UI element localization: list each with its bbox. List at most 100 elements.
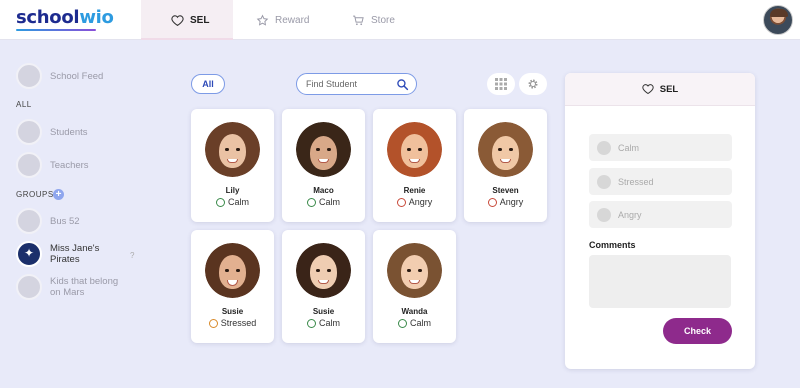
student-card[interactable]: Wanda Calm xyxy=(373,230,456,343)
group-avatar xyxy=(16,208,42,234)
grid-view-button[interactable] xyxy=(487,73,515,95)
add-group-icon[interactable]: + xyxy=(53,189,64,200)
student-mood: Calm xyxy=(282,318,365,328)
student-mood: Angry xyxy=(464,197,547,207)
student-card[interactable]: Renie Angry xyxy=(373,109,456,222)
search-input[interactable] xyxy=(306,79,396,89)
sidebar-item-label: Students xyxy=(50,126,88,138)
top-bar: schoolwio SEL Reward Store xyxy=(0,0,800,40)
angry-face-icon xyxy=(487,197,497,207)
star-icon xyxy=(256,14,269,26)
mood-option-label: Calm xyxy=(618,142,640,153)
heart-icon xyxy=(642,84,654,95)
filter-all-button[interactable]: All xyxy=(191,74,225,94)
tab-label: Reward xyxy=(275,14,310,26)
mood-label: Calm xyxy=(227,197,249,207)
students-avatar xyxy=(16,119,42,145)
student-photo xyxy=(205,122,260,177)
sidebar-item-group-active[interactable]: Miss Jane's Pirates xyxy=(16,241,110,267)
sidebar-item-group[interactable]: Bus 52 xyxy=(16,208,80,234)
student-card[interactable]: Susie Stressed xyxy=(191,230,274,343)
student-name: Renie xyxy=(403,186,426,195)
school-feed-avatar xyxy=(16,63,42,89)
mood-option-label: Stressed xyxy=(618,176,654,187)
sidebar-item-label: Bus 52 xyxy=(50,215,80,227)
help-icon[interactable]: ? xyxy=(130,251,134,260)
settings-button[interactable] xyxy=(519,73,547,95)
grid-icon xyxy=(495,78,507,90)
student-name: Lily xyxy=(225,186,240,195)
student-photo xyxy=(478,122,533,177)
student-photo xyxy=(205,243,260,298)
search-icon[interactable] xyxy=(396,78,409,91)
student-name: Wanda xyxy=(401,307,428,316)
tab-store[interactable]: Store xyxy=(352,0,395,40)
student-name: Susie xyxy=(312,307,335,316)
student-name: Steven xyxy=(492,186,519,195)
mood-label: Stressed xyxy=(220,318,257,328)
search-box[interactable] xyxy=(296,73,417,95)
cart-icon xyxy=(353,15,364,25)
pirate-logo-icon xyxy=(16,241,42,267)
sel-panel: SEL Calm Stressed Angry Comments Check xyxy=(565,73,755,369)
mood-label: Angry xyxy=(499,197,524,207)
comments-field[interactable] xyxy=(589,255,731,308)
sidebar-item-label: Miss Jane's Pirates xyxy=(50,243,100,265)
teachers-avatar xyxy=(16,152,42,178)
check-button[interactable]: Check xyxy=(663,318,732,344)
user-avatar[interactable] xyxy=(763,5,793,35)
logo-text-part1: school xyxy=(16,7,80,28)
sidebar-item-label: Teachers xyxy=(50,159,89,171)
student-name: Susie xyxy=(221,307,244,316)
tab-reward[interactable]: Reward xyxy=(256,0,309,40)
sidebar-item-school-feed[interactable]: School Feed xyxy=(16,63,103,89)
tab-label: Store xyxy=(371,14,395,26)
logo[interactable]: schoolwio xyxy=(16,7,114,28)
sidebar-item-group[interactable]: Kids that belong on Mars xyxy=(16,274,130,300)
mood-label: Angry xyxy=(408,197,433,207)
mood-label: Calm xyxy=(318,318,340,328)
group-avatar xyxy=(16,274,42,300)
student-mood: Calm xyxy=(282,197,365,207)
section-label-groups: GROUPS xyxy=(16,190,54,199)
student-mood: Angry xyxy=(373,197,456,207)
stressed-face-icon xyxy=(208,318,218,328)
panel-header: SEL xyxy=(565,73,755,106)
stressed-face-icon xyxy=(597,174,611,189)
calm-face-icon xyxy=(306,197,316,207)
gear-icon xyxy=(528,79,538,89)
angry-face-icon xyxy=(396,197,406,207)
calm-face-icon xyxy=(215,197,225,207)
logo-underline xyxy=(16,29,96,31)
mood-option-label: Angry xyxy=(618,209,642,220)
calm-face-icon xyxy=(597,140,611,155)
student-card[interactable]: Steven Angry xyxy=(464,109,547,222)
sidebar-item-label: Kids that belong on Mars xyxy=(50,276,119,298)
logo-text-part2: wio xyxy=(79,7,114,28)
mood-option-angry[interactable]: Angry xyxy=(589,201,732,228)
section-label-all: ALL xyxy=(16,100,32,109)
student-photo xyxy=(387,243,442,298)
student-name: Maco xyxy=(313,186,334,195)
tab-label: SEL xyxy=(190,14,210,26)
student-mood: Calm xyxy=(191,197,274,207)
calm-face-icon xyxy=(306,318,316,328)
mood-label: Calm xyxy=(318,197,340,207)
student-photo xyxy=(296,122,351,177)
student-photo xyxy=(296,243,351,298)
mood-option-stressed[interactable]: Stressed xyxy=(589,168,732,195)
mood-option-calm[interactable]: Calm xyxy=(589,134,732,161)
tab-sel[interactable]: SEL xyxy=(141,0,233,40)
student-card[interactable]: Susie Calm xyxy=(282,230,365,343)
heart-icon xyxy=(171,14,184,26)
sidebar-item-teachers[interactable]: Teachers xyxy=(16,152,89,178)
comments-label: Comments xyxy=(589,240,636,250)
student-card[interactable]: Maco Calm xyxy=(282,109,365,222)
panel-title: SEL xyxy=(659,83,679,95)
mood-label: Calm xyxy=(409,318,431,328)
sidebar-item-label: School Feed xyxy=(50,70,104,82)
sidebar-item-students[interactable]: Students xyxy=(16,119,88,145)
student-photo xyxy=(387,122,442,177)
student-card[interactable]: Lily Calm xyxy=(191,109,274,222)
student-mood: Calm xyxy=(373,318,456,328)
